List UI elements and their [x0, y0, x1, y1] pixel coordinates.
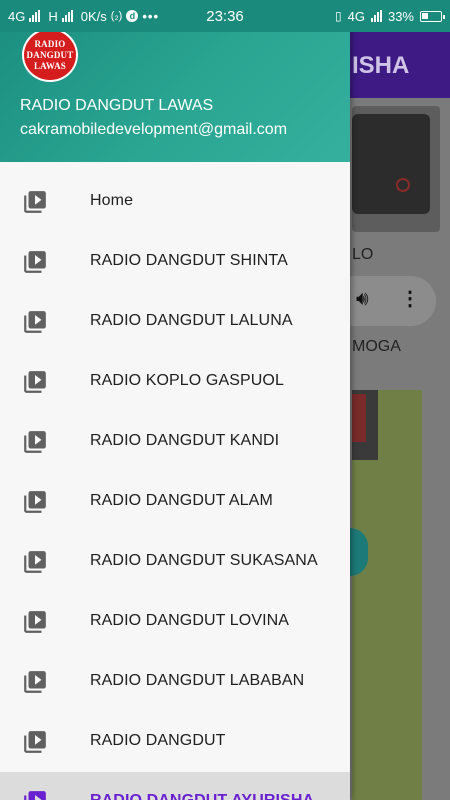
drawer-menu: Home RADIO DANGDUT SHINTA RADIO DANGDUT … [0, 172, 350, 800]
playlist-play-icon [24, 671, 46, 693]
menu-item-label: RADIO DANGDUT [90, 732, 226, 749]
more-notifications-icon: ••• [142, 8, 160, 24]
playlist-play-icon [24, 371, 46, 393]
menu-item-label: RADIO DANGDUT ALAM [90, 492, 273, 509]
playlist-play-icon [24, 791, 46, 800]
menu-item-label: RADIO DANGDUT AYURISHA [90, 792, 314, 800]
app-logo: RADIO DANGDUT LAWAS [22, 28, 78, 82]
status-bar: 4G H 0K/s (₂) d ••• 23:36 ▯ 4G 33% [0, 0, 450, 32]
background-artwork [352, 390, 422, 800]
menu-item-label: RADIO DANGDUT LABABAN [90, 672, 305, 689]
playlist-play-icon [24, 191, 46, 213]
playlist-play-icon [24, 731, 46, 753]
menu-item-gaspuol[interactable]: RADIO KOPLO GASPUOL [0, 352, 350, 412]
menu-item-label: RADIO DANGDUT LALUNA [90, 312, 293, 329]
network-speed: 0K/s [80, 8, 107, 24]
playlist-play-icon [24, 311, 46, 333]
background-radio-thumbnail [352, 106, 440, 232]
background-station-label: LO [352, 246, 374, 263]
more-vert-icon: ⋮ [400, 288, 420, 310]
drawer-app-name: RADIO DANGDUT LAWAS [20, 97, 214, 114]
volume-icon: 🔊︎ [356, 288, 369, 310]
menu-item-alam[interactable]: RADIO DANGDUT ALAM [0, 472, 350, 532]
playlist-play-icon [24, 431, 46, 453]
menu-item-home[interactable]: Home [0, 172, 350, 232]
playlist-play-icon [24, 251, 46, 273]
playlist-play-icon [24, 551, 46, 573]
menu-item-laluna[interactable]: RADIO DANGDUT LALUNA [0, 292, 350, 352]
menu-item-dangdut[interactable]: RADIO DANGDUT [0, 712, 350, 772]
network-type-2: H [48, 8, 58, 24]
menu-item-label: RADIO KOPLO GASPUOL [90, 372, 284, 389]
battery-percent: 33% [387, 8, 414, 24]
network-type-3: 4G [347, 8, 365, 24]
signal-icon-3 [370, 10, 382, 22]
drawer-email: cakramobiledevelopment@gmail.com [20, 121, 288, 138]
menu-item-shinta[interactable]: RADIO DANGDUT SHINTA [0, 232, 350, 292]
notification-icon: d [126, 10, 139, 22]
menu-item-sukasana[interactable]: RADIO DANGDUT SUKASANA [0, 532, 350, 592]
network-type-1: 4G [8, 8, 26, 24]
status-time: 23:36 [206, 7, 244, 25]
menu-item-label: Home [90, 192, 134, 209]
background-subtitle-label: MOGA [352, 338, 401, 355]
playlist-play-icon [24, 491, 46, 513]
menu-item-label: RADIO DANGDUT SUKASANA [90, 552, 318, 569]
menu-item-label: RADIO DANGDUT KANDI [90, 432, 280, 449]
menu-item-lovina[interactable]: RADIO DANGDUT LOVINA [0, 592, 350, 652]
data-saver-icon: (₂) [110, 10, 123, 22]
playlist-play-icon [24, 611, 46, 633]
signal-icon-2 [61, 10, 73, 22]
menu-item-lababan[interactable]: RADIO DANGDUT LABABAN [0, 652, 350, 712]
battery-icon [420, 10, 445, 22]
navigation-drawer: RADIO DANGDUT LAWAS RADIO DANGDUT LAWAS … [0, 0, 350, 800]
menu-item-label: RADIO DANGDUT LOVINA [90, 612, 290, 629]
menu-item-kandi[interactable]: RADIO DANGDUT KANDI [0, 412, 350, 472]
menu-item-ayurisha[interactable]: RADIO DANGDUT AYURISHA [0, 772, 350, 800]
vibrate-icon: ▯ [335, 9, 342, 23]
menu-item-label: RADIO DANGDUT SHINTA [90, 252, 288, 269]
signal-icon [29, 10, 41, 22]
background-app-title: ISHA [352, 52, 410, 79]
